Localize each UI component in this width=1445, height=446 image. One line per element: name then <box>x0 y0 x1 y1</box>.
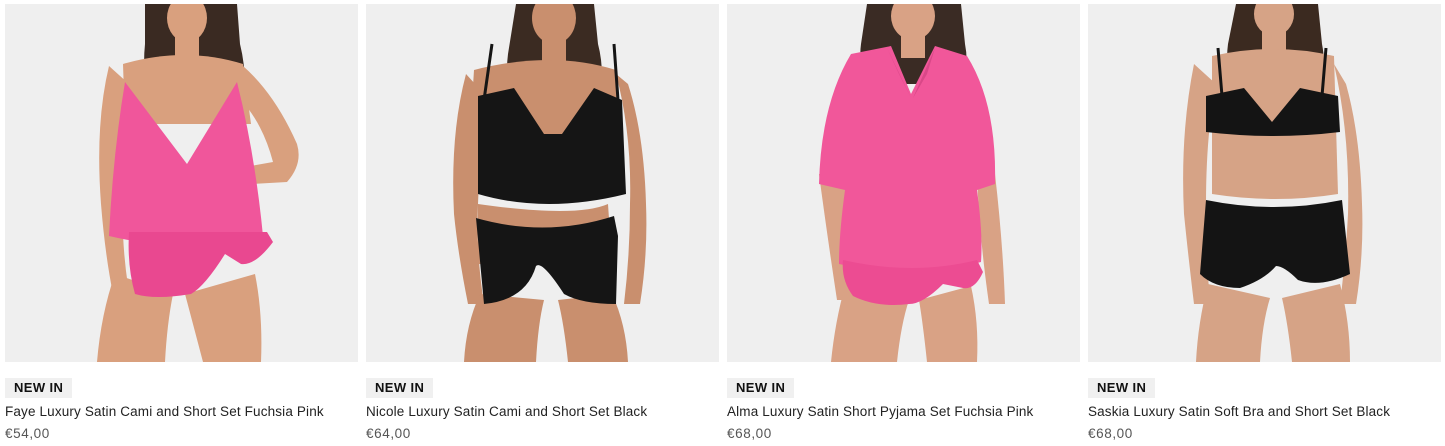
product-title[interactable]: Faye Luxury Satin Cami and Short Set Fuc… <box>5 403 324 420</box>
product-grid: NEW IN Faye Luxury Satin Cami and Short … <box>5 4 1441 444</box>
product-card[interactable]: NEW IN Faye Luxury Satin Cami and Short … <box>5 4 358 444</box>
product-photo-model <box>453 4 647 362</box>
product-image[interactable] <box>1088 4 1441 362</box>
product-price: €64,00 <box>366 426 411 441</box>
product-title[interactable]: Alma Luxury Satin Short Pyjama Set Fuchs… <box>727 403 1033 420</box>
product-photo-model <box>819 4 1005 362</box>
new-in-badge: NEW IN <box>366 378 434 398</box>
product-card[interactable]: NEW IN Saskia Luxury Satin Soft Bra and … <box>1088 4 1441 444</box>
product-card[interactable]: NEW IN Alma Luxury Satin Short Pyjama Se… <box>727 4 1080 444</box>
product-image[interactable] <box>366 4 719 362</box>
product-card[interactable]: NEW IN Nicole Luxury Satin Cami and Shor… <box>366 4 719 444</box>
product-photo-model <box>97 4 299 362</box>
product-image[interactable] <box>727 4 1080 362</box>
product-price: €68,00 <box>1088 426 1133 441</box>
product-image[interactable] <box>5 4 358 362</box>
new-in-badge: NEW IN <box>727 378 795 398</box>
product-title[interactable]: Nicole Luxury Satin Cami and Short Set B… <box>366 403 647 420</box>
new-in-badge: NEW IN <box>5 378 73 398</box>
product-photo-model <box>1183 4 1363 362</box>
product-price: €54,00 <box>5 426 50 441</box>
new-in-badge: NEW IN <box>1088 378 1156 398</box>
product-title[interactable]: Saskia Luxury Satin Soft Bra and Short S… <box>1088 403 1390 420</box>
product-price: €68,00 <box>727 426 772 441</box>
